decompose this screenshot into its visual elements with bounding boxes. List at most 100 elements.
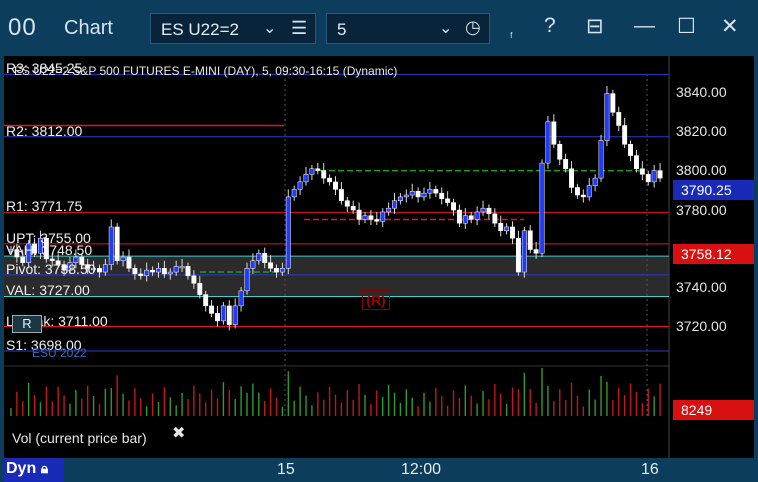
candle-body xyxy=(397,196,403,201)
candle-body xyxy=(167,271,173,275)
candle-body xyxy=(515,237,521,273)
candle-body xyxy=(244,268,250,292)
lock-icon[interactable]: 🔒︎ xyxy=(41,460,48,476)
close-icon[interactable]: ✖ xyxy=(172,423,185,443)
symbol-select[interactable]: ES U22=2 ⌄ ☰ xyxy=(150,13,316,44)
symbol-value: ES U22=2 xyxy=(161,20,239,39)
candle-body xyxy=(639,168,645,175)
candle-body xyxy=(126,256,132,269)
close-button[interactable]: ✕ xyxy=(721,14,739,39)
candle-body xyxy=(622,125,628,145)
chart-area[interactable]: ES U22=2 S&P 500 FUTURES E-MINI (DAY), 5… xyxy=(4,56,754,458)
candle-body xyxy=(592,177,598,186)
candle-body xyxy=(628,144,633,156)
candle-body xyxy=(557,144,563,160)
candle-body xyxy=(474,211,480,220)
candle-body xyxy=(498,222,504,231)
y-tick: 3720.00 xyxy=(676,318,727,334)
x-tick: 16 xyxy=(641,461,659,478)
candle-body xyxy=(533,249,539,254)
candle-body xyxy=(486,207,492,215)
r-badge[interactable]: R xyxy=(12,315,42,333)
y-tick: 3820.00 xyxy=(676,123,727,139)
interval-select[interactable]: 5 ⌄ ◷ xyxy=(326,13,490,44)
link-icon[interactable]: ᶠ xyxy=(510,30,513,44)
candle-body xyxy=(185,266,191,277)
candle-body xyxy=(321,170,327,179)
candle-body xyxy=(327,177,333,183)
value-area-band xyxy=(4,256,669,297)
volume-legend: Vol (current price bar) ✖ xyxy=(4,420,186,454)
candle-body xyxy=(179,266,185,269)
candle-body xyxy=(344,200,350,207)
candle-body xyxy=(468,215,474,220)
candle-body xyxy=(586,185,592,198)
candle-body xyxy=(232,305,238,325)
y-tick: 3780.00 xyxy=(676,202,727,218)
date-watermark: ESU 2022 xyxy=(32,346,87,360)
candle-body xyxy=(144,269,150,277)
r-marker: (R) xyxy=(362,290,390,310)
clock-icon[interactable]: ◷ xyxy=(465,17,481,38)
chevron-down-icon[interactable]: ⌄ xyxy=(263,18,276,38)
candle-body xyxy=(262,253,268,263)
level-label: R2: 3812.00 xyxy=(6,122,83,139)
candle-body xyxy=(238,290,244,307)
dynamic-mode-button[interactable]: Dyn 🔒︎ xyxy=(4,458,64,482)
candle-body xyxy=(433,189,439,194)
candle-body xyxy=(102,264,108,273)
candle-body xyxy=(545,121,551,164)
candle-body xyxy=(427,189,433,194)
level-label: Pivot: 3738.50 xyxy=(6,260,96,277)
hamburger-menu-icon[interactable]: ☰ xyxy=(291,18,307,39)
x-tick: 12:00 xyxy=(401,461,442,478)
price-chart[interactable] xyxy=(4,56,754,458)
candle-body xyxy=(274,268,279,273)
candle-body xyxy=(150,269,156,273)
candle-body xyxy=(462,215,468,224)
candle-body xyxy=(268,262,274,269)
candle-body xyxy=(333,181,338,190)
candle-body xyxy=(138,273,144,277)
red-price-tag: 3758.12 xyxy=(673,244,754,264)
candle-body xyxy=(392,200,397,209)
candle-body xyxy=(297,181,303,190)
candle-body xyxy=(510,226,515,239)
candle-body xyxy=(574,187,580,196)
candle-body xyxy=(539,162,545,254)
y-tick: 3800.00 xyxy=(676,162,727,178)
candle-body xyxy=(527,230,533,250)
candle-body xyxy=(97,268,102,273)
candle-body xyxy=(161,268,167,275)
candle-body xyxy=(215,313,220,322)
candle-body xyxy=(338,189,344,201)
layout-menu-icon[interactable]: ⊟ xyxy=(586,14,604,39)
chevron-down-icon[interactable]: ⌄ xyxy=(439,18,452,38)
candle-body xyxy=(409,191,415,196)
interval-value: 5 xyxy=(337,20,347,39)
level-label: R1: 3771.75 xyxy=(6,198,83,215)
candle-body xyxy=(120,256,126,262)
candle-body xyxy=(220,305,226,322)
candle-body xyxy=(356,209,362,220)
window-title: Chart xyxy=(64,17,113,39)
dyn-label: Dyn xyxy=(6,460,37,477)
candle-body xyxy=(598,140,604,179)
candle-body xyxy=(386,207,392,213)
title-bar: 00 Chart ES U22=2 ⌄ ☰ 5 ⌄ ◷ ᶠ ? ⊟ — ☐ ✕ xyxy=(0,0,758,56)
candle-body xyxy=(580,194,586,198)
candle-body xyxy=(173,266,179,273)
candle-body xyxy=(350,206,356,211)
level-label: VAL: 3727.00 xyxy=(6,282,90,299)
app-icon: 00 xyxy=(8,14,37,41)
help-button[interactable]: ? xyxy=(544,14,556,38)
candle-body xyxy=(604,93,610,141)
candle-body xyxy=(285,196,291,269)
candle-body xyxy=(362,215,368,220)
candle-body xyxy=(421,192,427,198)
candle-body xyxy=(569,168,574,188)
maximize-button[interactable]: ☐ xyxy=(677,14,696,39)
candle-body xyxy=(521,230,527,273)
candle-body xyxy=(132,268,138,275)
minimize-button[interactable]: — xyxy=(634,14,655,38)
